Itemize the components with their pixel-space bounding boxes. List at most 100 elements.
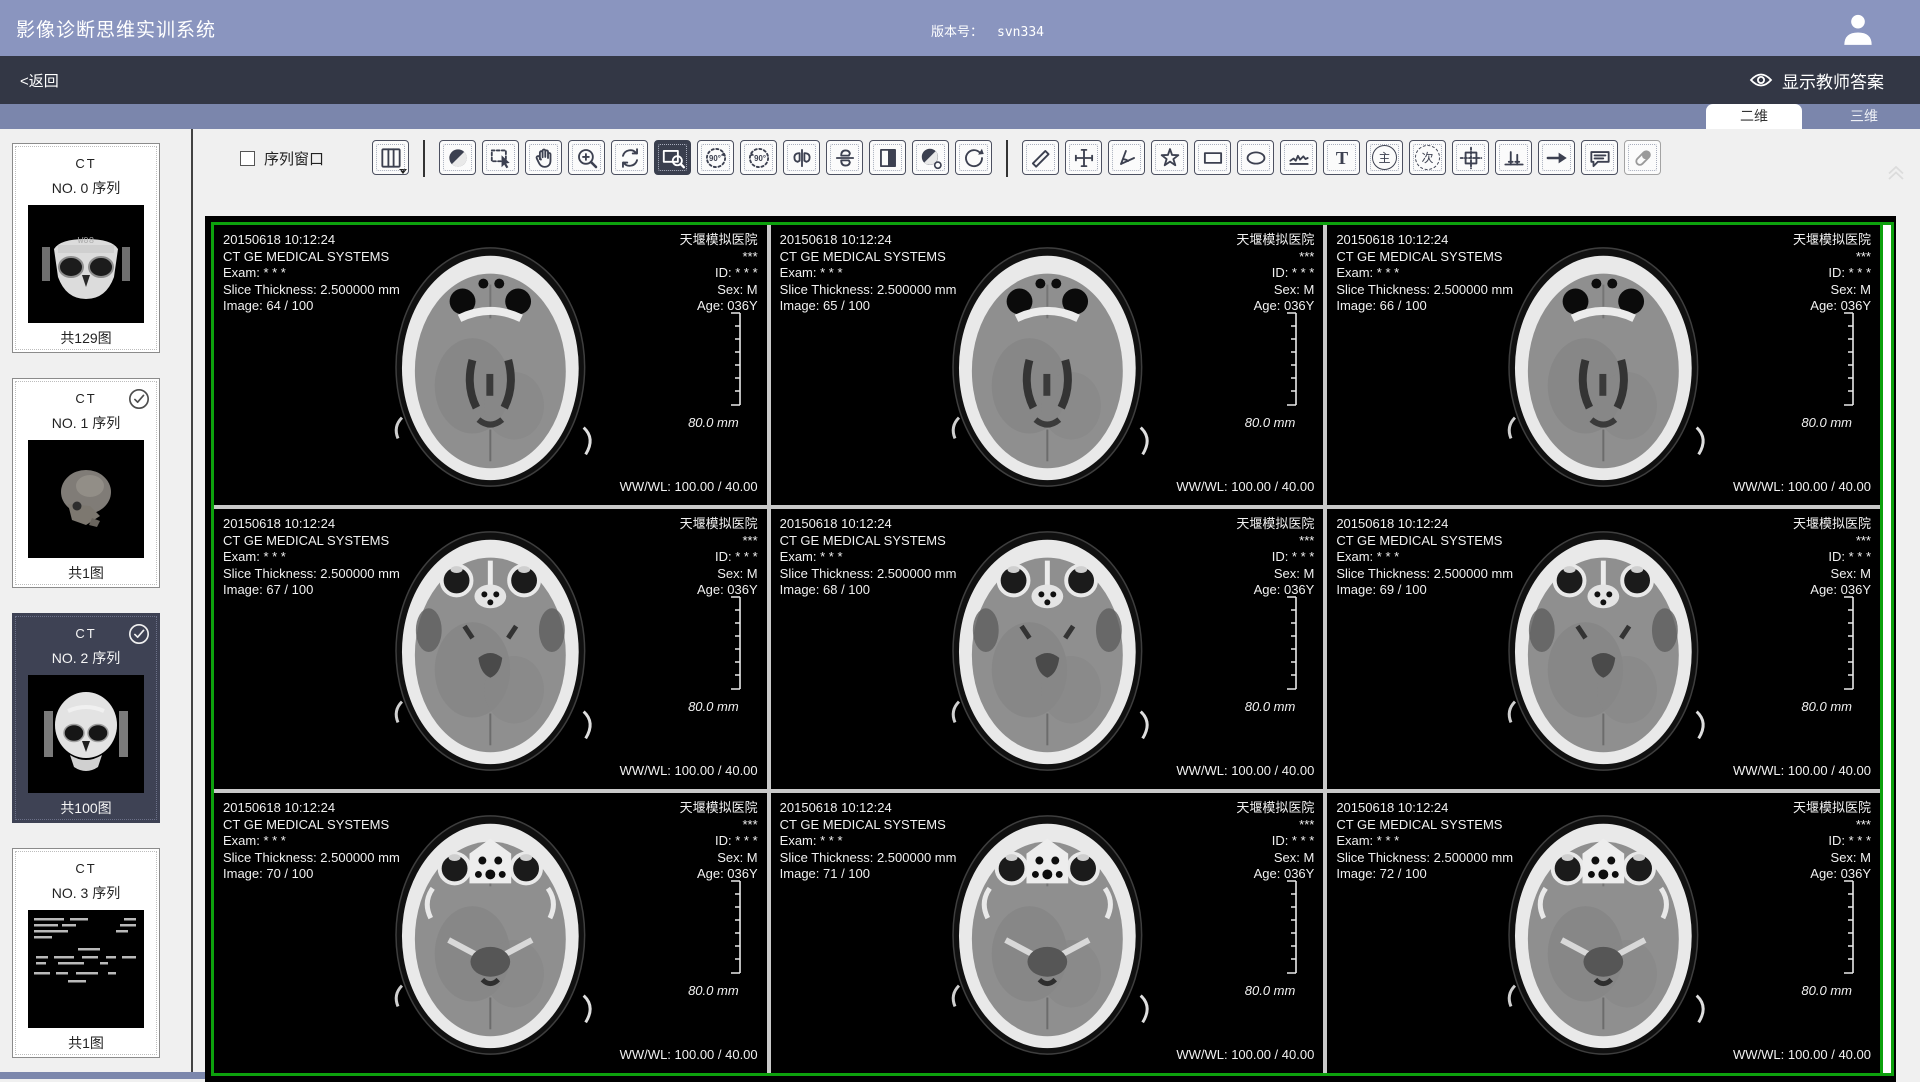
cell-overlay-top-left: 20150618 10:12:24 CT GE MEDICAL SYSTEMS … [223, 516, 400, 599]
window-level-label: WW/WL: 100.00 / 40.00 [1176, 763, 1314, 780]
measure-curve-button[interactable] [1280, 140, 1317, 175]
primary-marker-button[interactable]: 主 [1366, 140, 1403, 175]
rotate-ccw-button[interactable]: 90° [697, 140, 734, 175]
cell-exam: Exam: * * * [1336, 549, 1513, 566]
cell-manufacturer: CT GE MEDICAL SYSTEMS [223, 249, 400, 266]
scale-label: 80.0 mm [688, 699, 739, 716]
layout-button[interactable] [372, 140, 409, 175]
comment-button[interactable] [1581, 140, 1618, 175]
cell-hospital: 天堰模拟医院 [1793, 232, 1871, 249]
viewer-cell-1[interactable]: 20150618 10:12:24 CT GE MEDICAL SYSTEMS … [771, 225, 1324, 505]
cell-masked: *** [680, 249, 758, 266]
pan-button[interactable] [525, 140, 562, 175]
measure-cross-button[interactable] [1065, 140, 1102, 175]
zoom-in-button[interactable] [568, 140, 605, 175]
scale-ruler [1841, 311, 1855, 412]
cell-datetime: 20150618 10:12:24 [223, 800, 400, 817]
scale-label: 80.0 mm [688, 415, 739, 432]
cell-exam: Exam: * * * [223, 549, 400, 566]
series-card-2[interactable]: CTNO. 2 序列共100图 [12, 613, 160, 823]
cell-slice-thickness: Slice Thickness: 2.500000 mm [780, 566, 957, 583]
tab-3d[interactable]: 三维 [1816, 104, 1912, 129]
measure-line-button[interactable] [1022, 140, 1059, 175]
cell-age: Age: 036Y [1236, 866, 1314, 883]
show-teacher-answer-button[interactable]: 显示教师答案 [1749, 68, 1884, 93]
cell-patient-id: ID: * * * [1793, 833, 1871, 850]
tab-2d[interactable]: 二维 [1706, 104, 1802, 129]
viewer-cell-5[interactable]: 20150618 10:12:24 CT GE MEDICAL SYSTEMS … [1327, 509, 1880, 789]
invert-button[interactable] [869, 140, 906, 175]
checkbox-box[interactable] [240, 151, 255, 166]
measure-ellipse-button[interactable] [1237, 140, 1274, 175]
roi-button[interactable] [1452, 140, 1489, 175]
scale-ruler [728, 879, 742, 980]
cell-image-number: Image: 70 / 100 [223, 866, 400, 883]
cell-exam: Exam: * * * [1336, 265, 1513, 282]
cell-masked: *** [680, 817, 758, 834]
cell-age: Age: 036Y [1236, 582, 1314, 599]
cell-age: Age: 036Y [1793, 866, 1871, 883]
viewer-cell-3[interactable]: 20150618 10:12:24 CT GE MEDICAL SYSTEMS … [214, 509, 767, 789]
text-button[interactable]: T [1323, 140, 1360, 175]
user-avatar-icon[interactable] [1838, 8, 1878, 50]
cell-manufacturer: CT GE MEDICAL SYSTEMS [223, 533, 400, 550]
window-preset-button[interactable] [912, 140, 949, 175]
secondary-marker-button[interactable]: 次 [1409, 140, 1446, 175]
cell-masked: *** [1236, 817, 1314, 834]
viewer-cell-0[interactable]: 20150618 10:12:24 CT GE MEDICAL SYSTEMS … [214, 225, 767, 505]
cell-sex: Sex: M [1793, 282, 1871, 299]
version-info: 版本号：svn334 [931, 21, 1044, 40]
window-level-label: WW/WL: 100.00 / 40.00 [620, 763, 758, 780]
viewer-cell-6[interactable]: 20150618 10:12:24 CT GE MEDICAL SYSTEMS … [214, 793, 767, 1073]
measure-rect-button[interactable] [1194, 140, 1231, 175]
flip-vertical-icon [832, 145, 858, 171]
measure-star-button[interactable] [1151, 140, 1188, 175]
rotate-cw-button[interactable]: 90° [740, 140, 777, 175]
back-button[interactable]: <返回 [20, 70, 59, 91]
series-thumbnail-skull-side [28, 440, 144, 558]
series-card-0[interactable]: CTNO. 0 序列W08共129图 [12, 143, 160, 353]
cell-slice-thickness: Slice Thickness: 2.500000 mm [780, 282, 957, 299]
flip-horizontal-button[interactable] [783, 140, 820, 175]
cell-hospital: 天堰模拟医院 [680, 516, 758, 533]
cell-datetime: 20150618 10:12:24 [223, 516, 400, 533]
series-window-checkbox[interactable]: 序列窗口 [240, 148, 324, 169]
cell-patient-id: ID: * * * [1236, 549, 1314, 566]
viewer-cell-8[interactable]: 20150618 10:12:24 CT GE MEDICAL SYSTEMS … [1327, 793, 1880, 1073]
measure-angle-button[interactable] [1108, 140, 1145, 175]
series-card-1[interactable]: CTNO. 1 序列共1图 [12, 378, 160, 588]
series-title: NO. 2 序列 [13, 648, 159, 668]
viewer-cell-7[interactable]: 20150618 10:12:24 CT GE MEDICAL SYSTEMS … [771, 793, 1324, 1073]
cell-sex: Sex: M [680, 850, 758, 867]
roi-box-icon [1458, 145, 1484, 171]
window-level-label: WW/WL: 100.00 / 40.00 [1733, 1047, 1871, 1064]
cell-datetime: 20150618 10:12:24 [1336, 232, 1513, 249]
scale-ruler [728, 311, 742, 412]
window-level-button[interactable] [439, 140, 476, 175]
viewer-cell-2[interactable]: 20150618 10:12:24 CT GE MEDICAL SYSTEMS … [1327, 225, 1880, 505]
series-card-3[interactable]: CTNO. 3 序列共1图 [12, 848, 160, 1058]
circle-label-icon: 主 [1372, 145, 1397, 170]
invert-icon [875, 145, 901, 171]
histogram-button[interactable] [1495, 140, 1532, 175]
rotate-cycle-icon [617, 145, 643, 171]
zoom-region-button[interactable] [654, 140, 691, 175]
cell-image-number: Image: 68 / 100 [780, 582, 957, 599]
comment-icon [1587, 145, 1613, 171]
sidebar-scrollbar[interactable] [0, 1072, 215, 1079]
arrow-button[interactable] [1538, 140, 1575, 175]
viewer-scrollbar[interactable] [1880, 225, 1891, 1073]
reset-button[interactable] [955, 140, 992, 175]
collapse-toolbar-icon[interactable] [1882, 159, 1910, 183]
cell-exam: Exam: * * * [780, 265, 957, 282]
dimension-tabstrip: 二维三维 [0, 104, 1920, 129]
select-button[interactable] [482, 140, 519, 175]
text-annotation-icon: T [1329, 145, 1355, 171]
rotate-button[interactable] [611, 140, 648, 175]
flip-vertical-button[interactable] [826, 140, 863, 175]
cell-age: Age: 036Y [680, 298, 758, 315]
viewer-cell-4[interactable]: 20150618 10:12:24 CT GE MEDICAL SYSTEMS … [771, 509, 1324, 789]
selected-viewport-frame: 20150618 10:12:24 CT GE MEDICAL SYSTEMS … [211, 222, 1894, 1076]
cell-overlay-top-left: 20150618 10:12:24 CT GE MEDICAL SYSTEMS … [780, 516, 957, 599]
measure-angle-icon [1114, 145, 1140, 171]
